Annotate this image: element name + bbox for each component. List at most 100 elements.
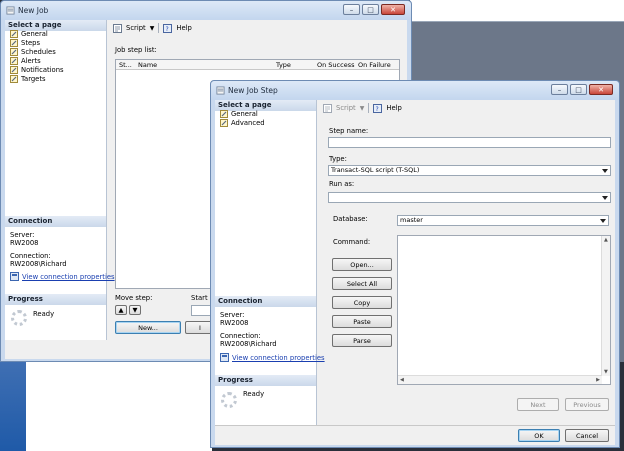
- column-on-success[interactable]: On Success: [317, 61, 354, 69]
- connection-value: RW2008\Richard: [220, 340, 277, 348]
- vertical-scrollbar[interactable]: ▲ ▼: [601, 236, 610, 376]
- wrench-page-icon: [10, 66, 18, 74]
- svg-text:?: ?: [166, 26, 169, 33]
- step-name-input[interactable]: [328, 137, 611, 148]
- type-select-value: Transact-SQL script (T-SQL): [331, 166, 420, 174]
- wrench-page-icon: [10, 30, 18, 38]
- page-label: Notifications: [21, 66, 64, 74]
- bottom-divider: [215, 425, 615, 426]
- toolbar: Script ▼ ? Help: [113, 23, 192, 33]
- app-icon: [216, 86, 225, 95]
- help-button[interactable]: Help: [176, 24, 192, 32]
- select-all-button[interactable]: Select All: [332, 277, 392, 290]
- column-on-failure[interactable]: On Failure: [358, 61, 391, 69]
- page-item-general[interactable]: General: [10, 30, 48, 38]
- move-down-button[interactable]: ▼: [129, 305, 141, 315]
- page-item-notifications[interactable]: Notifications: [10, 66, 64, 74]
- view-connection-properties-link[interactable]: View connection properties: [22, 273, 115, 281]
- desktop-white-area: [26, 362, 212, 451]
- previous-button[interactable]: Previous: [565, 398, 609, 411]
- scroll-left-arrow-icon[interactable]: ◀: [400, 377, 404, 383]
- page-item-schedules[interactable]: Schedules: [10, 48, 56, 56]
- progress-status: Ready: [33, 310, 55, 318]
- chevron-down-icon: [600, 219, 606, 223]
- close-button[interactable]: ✕: [381, 4, 405, 15]
- paste-button[interactable]: Paste: [332, 315, 392, 328]
- minimize-button[interactable]: –: [551, 84, 568, 95]
- new-step-button[interactable]: New...: [115, 321, 181, 334]
- page-item-alerts[interactable]: Alerts: [10, 57, 41, 65]
- wrench-page-icon: [10, 39, 18, 47]
- next-button[interactable]: Next: [517, 398, 559, 411]
- scroll-up-arrow-icon[interactable]: ▲: [604, 237, 608, 243]
- column-type[interactable]: Type: [276, 61, 291, 69]
- new-job-step-client: Select a page General Advanced Connectio…: [215, 100, 615, 445]
- ok-button[interactable]: OK: [518, 429, 560, 442]
- column-name[interactable]: Name: [138, 61, 157, 69]
- left-pane: Select a page General Steps Schedules Al…: [5, 20, 115, 340]
- page-item-advanced[interactable]: Advanced: [220, 119, 265, 127]
- connection-value: RW2008\Richard: [10, 260, 67, 268]
- progress-spinner-icon: [11, 310, 27, 326]
- move-up-button[interactable]: ▲: [115, 305, 127, 315]
- wrench-page-icon: [10, 48, 18, 56]
- progress-status: Ready: [243, 390, 265, 398]
- run-as-select[interactable]: [328, 192, 611, 203]
- page-item-steps[interactable]: Steps: [10, 39, 40, 47]
- window-title: New Job: [18, 6, 49, 15]
- wrench-page-icon: [10, 75, 18, 83]
- page-label: General: [231, 110, 258, 118]
- database-select[interactable]: master: [397, 215, 609, 226]
- connection-header: Connection: [215, 296, 316, 307]
- maximize-button[interactable]: □: [570, 84, 587, 95]
- step-name-label: Step name:: [329, 127, 369, 135]
- open-button[interactable]: Open...: [332, 258, 392, 271]
- script-button[interactable]: Script: [126, 24, 146, 32]
- wrench-page-icon: [220, 110, 228, 118]
- help-icon: ?: [163, 23, 173, 33]
- horizontal-scrollbar[interactable]: ◀ ▶: [398, 375, 602, 384]
- type-select[interactable]: Transact-SQL script (T-SQL): [328, 165, 611, 176]
- help-icon: ?: [373, 103, 383, 113]
- server-value: RW2008: [10, 239, 39, 247]
- command-label: Command:: [333, 238, 371, 246]
- page-item-general[interactable]: General: [220, 110, 258, 118]
- maximize-button[interactable]: □: [362, 4, 379, 15]
- cancel-button[interactable]: Cancel: [565, 429, 609, 442]
- scroll-right-arrow-icon[interactable]: ▶: [596, 377, 600, 383]
- connection-properties-icon: [10, 272, 19, 281]
- new-job-step-titlebar[interactable]: New Job Step – □ ✕: [211, 81, 619, 100]
- minimize-button[interactable]: –: [343, 4, 360, 15]
- page-label: Alerts: [21, 57, 41, 65]
- job-step-list-label: Job step list:: [115, 46, 157, 54]
- run-as-label: Run as:: [329, 180, 355, 188]
- page-label: General: [21, 30, 48, 38]
- toolbar: Script ▼ ? Help: [323, 103, 402, 113]
- scroll-down-arrow-icon[interactable]: ▼: [604, 369, 608, 375]
- script-icon: [113, 23, 122, 33]
- help-button[interactable]: Help: [386, 104, 402, 112]
- server-value: RW2008: [220, 319, 249, 327]
- wrench-page-icon: [220, 119, 228, 127]
- view-connection-properties-link[interactable]: View connection properties: [232, 354, 325, 362]
- command-textarea[interactable]: ▲ ▼ ◀ ▶: [397, 235, 611, 385]
- page-label: Steps: [21, 39, 41, 47]
- script-button[interactable]: Script: [336, 104, 356, 112]
- type-label: Type:: [329, 155, 347, 163]
- app-icon: [6, 6, 15, 15]
- page-label: Advanced: [231, 119, 265, 127]
- server-label: Server:: [10, 231, 35, 239]
- page-item-targets[interactable]: Targets: [10, 75, 46, 83]
- column-step[interactable]: St...: [119, 61, 132, 69]
- chevron-down-icon: [602, 196, 608, 200]
- connection-header: Connection: [5, 216, 106, 227]
- parse-button[interactable]: Parse: [332, 334, 392, 347]
- script-dropdown-arrow-icon[interactable]: ▼: [150, 25, 155, 32]
- script-dropdown-arrow-icon[interactable]: ▼: [360, 105, 365, 112]
- server-label: Server:: [220, 311, 245, 319]
- new-job-step-window: New Job Step – □ ✕ Select a page General…: [210, 80, 620, 448]
- copy-button[interactable]: Copy: [332, 296, 392, 309]
- close-button[interactable]: ✕: [589, 84, 613, 95]
- new-job-titlebar[interactable]: New Job – □ ✕: [1, 1, 411, 20]
- page-label: Schedules: [21, 48, 56, 56]
